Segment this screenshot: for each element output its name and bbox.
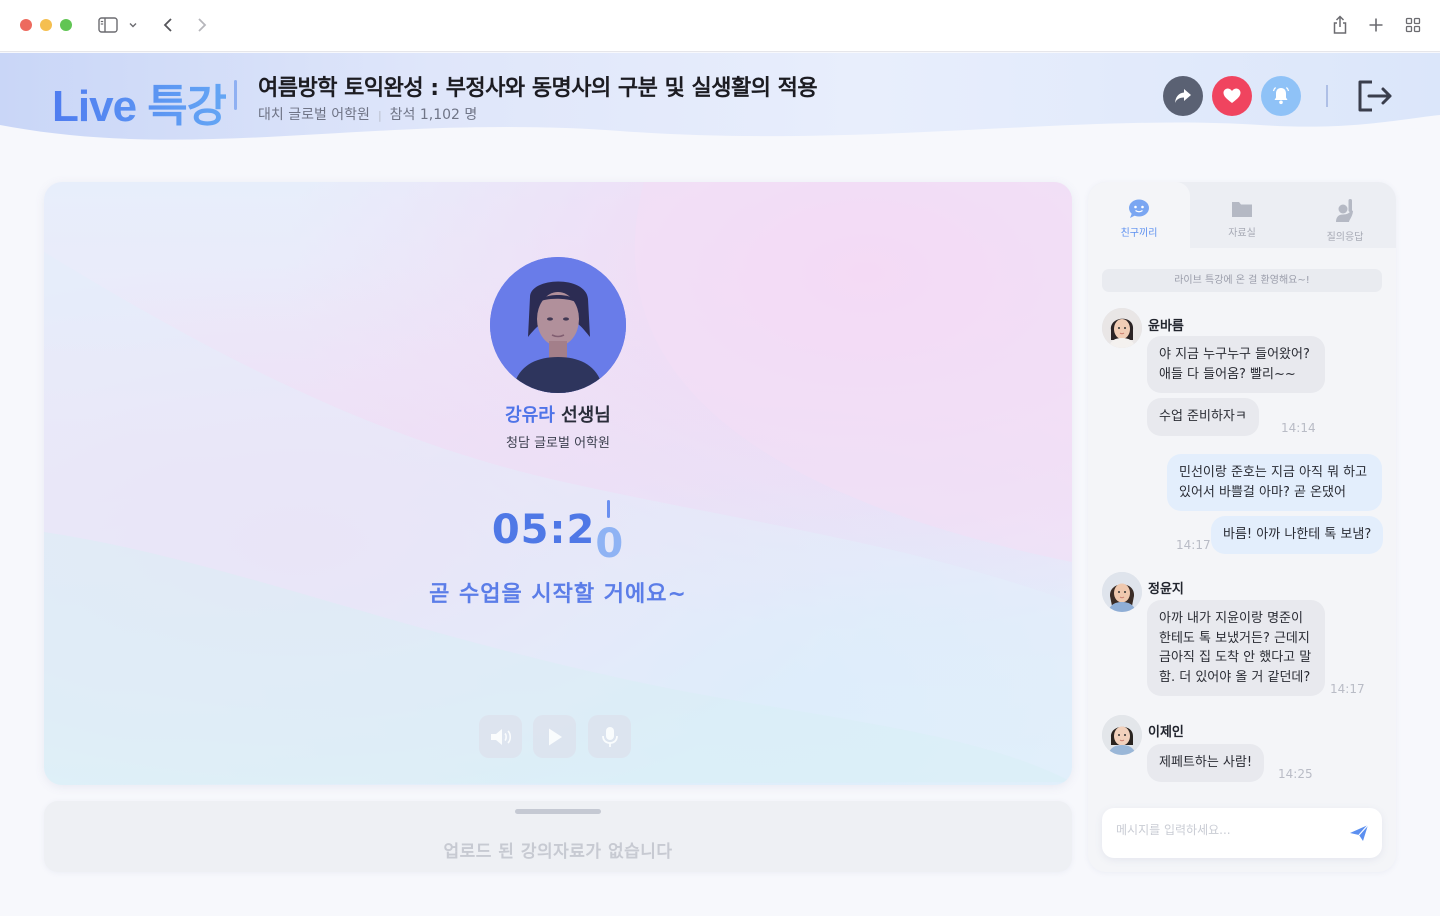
message-time: 14:25 bbox=[1278, 767, 1313, 781]
start-soon-message: 곧 수업을 시작할 거에요~ bbox=[429, 582, 687, 607]
message-time: 14:17 bbox=[1176, 538, 1211, 552]
heart-icon bbox=[1223, 88, 1241, 103]
paper-plane-icon bbox=[1350, 824, 1369, 841]
notification-button[interactable] bbox=[1261, 76, 1301, 116]
chat-message-input[interactable] bbox=[1116, 823, 1336, 837]
play-button[interactable] bbox=[533, 715, 576, 758]
drawer-handle[interactable] bbox=[515, 809, 601, 814]
raise-hand-icon bbox=[1336, 199, 1353, 222]
materials-drawer[interactable]: 업로드 된 강의자료가 없습니다 bbox=[44, 801, 1072, 872]
message-sender: 윤바름 bbox=[1148, 319, 1184, 334]
message-line: 민선이랑 준호는 지금 아직 뭐 하고 bbox=[1179, 465, 1368, 480]
lecture-header: Live 특강 여름방학 토익완성 : 부정사와 동명사의 구분 및 실생활의 … bbox=[0, 53, 1440, 163]
user-avatar-image bbox=[1102, 308, 1142, 348]
bell-icon bbox=[1272, 86, 1290, 105]
minimize-window-button[interactable] bbox=[40, 19, 52, 31]
teacher-avatar bbox=[490, 257, 626, 393]
tab-overview-icon[interactable] bbox=[1403, 14, 1423, 36]
message-line: 야 지금 누구누구 들어왔어? bbox=[1159, 347, 1310, 362]
header-divider bbox=[1326, 85, 1328, 107]
close-window-button[interactable] bbox=[20, 19, 32, 31]
academy-name: 대치 글로벌 어학원 bbox=[258, 107, 370, 123]
my-chat-message: 바름! 아까 나한테 톡 보냄? bbox=[1211, 516, 1384, 554]
teacher-title: 선생님 bbox=[554, 405, 611, 426]
brand-divider bbox=[234, 80, 237, 110]
avatar[interactable] bbox=[1102, 572, 1142, 612]
chat-message: 제페트하는 사람! bbox=[1147, 744, 1265, 782]
attendance-count: 참석 1,102 명 bbox=[389, 107, 478, 123]
speaker-icon bbox=[490, 728, 511, 745]
teacher-name: 강유라 선생님 bbox=[44, 401, 1072, 427]
chat-message: 야 지금 누구누구 들어왔어? 애들 다 들어옴? 빨리~~ bbox=[1147, 336, 1325, 393]
tab-archive[interactable]: 자료실 bbox=[1191, 182, 1293, 248]
message-sender: 정윤지 bbox=[1148, 582, 1184, 597]
forward-icon[interactable] bbox=[192, 14, 212, 36]
timer-main: 05:2 bbox=[491, 507, 596, 553]
share-button[interactable] bbox=[1163, 76, 1203, 116]
course-title: 여름방학 토익완성 : 부정사와 동명사의 구분 및 실생활의 적용 bbox=[258, 76, 818, 101]
chat-composer bbox=[1102, 808, 1382, 858]
user-avatar-image bbox=[1102, 715, 1142, 755]
back-icon[interactable] bbox=[158, 14, 178, 36]
chat-bubble-icon bbox=[1129, 199, 1149, 218]
message-line: 금아직 집 도착 안 했다고 말 bbox=[1159, 650, 1312, 665]
countdown-timer: 05:20 bbox=[44, 507, 1072, 567]
microphone-button[interactable] bbox=[588, 715, 631, 758]
message-line: 애들 다 들어옴? 빨리~~ bbox=[1159, 366, 1296, 382]
avatar[interactable] bbox=[1102, 715, 1142, 755]
exit-icon bbox=[1358, 80, 1392, 112]
chevron-down-icon[interactable] bbox=[127, 14, 139, 36]
meta-separator: | bbox=[377, 109, 382, 122]
chat-message: 아까 내가 지윤이랑 명준이 한테도 톡 보냈거든? 근데지 금아직 집 도착 … bbox=[1147, 600, 1325, 696]
teacher-school: 청담 글로벌 어학원 bbox=[506, 436, 610, 451]
message-time: 14:17 bbox=[1330, 682, 1365, 696]
course-meta: 대치 글로벌 어학원 | 참석 1,102 명 bbox=[258, 104, 477, 124]
share-arrow-icon bbox=[1175, 89, 1191, 103]
message-sender: 이제인 bbox=[1148, 725, 1184, 740]
materials-empty-text: 업로드 된 강의자료가 없습니다 bbox=[443, 842, 673, 862]
tab-qna[interactable]: 질의응답 bbox=[1294, 182, 1396, 248]
volume-button[interactable] bbox=[479, 715, 522, 758]
teacher-portrait bbox=[490, 257, 626, 393]
message-line: 함. 더 있어야 올 거 같던데? bbox=[1159, 669, 1311, 685]
welcome-notice: 라이브 특강에 온 걸 환영해요~! bbox=[1102, 269, 1382, 292]
chat-tabs: 친구끼리 자료실 질의응답 bbox=[1088, 182, 1396, 248]
exit-button[interactable] bbox=[1356, 78, 1396, 114]
play-icon bbox=[548, 728, 562, 745]
tab-archive-label: 자료실 bbox=[1228, 228, 1256, 239]
live-brand-logo: Live 특강 bbox=[52, 70, 227, 134]
my-chat-message: 민선이랑 준호는 지금 아직 뭐 하고 있어서 바쁠걸 아마? 곧 온댔어 bbox=[1167, 454, 1382, 511]
message-line: 있어서 바쁠걸 아마? 곧 온댔어 bbox=[1179, 484, 1346, 500]
tab-qna-label: 질의응답 bbox=[1326, 232, 1364, 243]
zoom-window-button[interactable] bbox=[60, 19, 72, 31]
message-line: 아까 내가 지윤이랑 명준이 bbox=[1159, 611, 1303, 626]
folder-icon bbox=[1232, 202, 1252, 217]
new-tab-icon[interactable] bbox=[1366, 14, 1386, 36]
teacher-name-highlight: 강유라 bbox=[505, 405, 555, 426]
microphone-icon bbox=[601, 726, 618, 747]
browser-toolbar bbox=[0, 0, 1440, 52]
send-button[interactable] bbox=[1348, 822, 1370, 844]
lecture-stage: 강유라 선생님 청담 글로벌 어학원 05:20 곧 수업을 시작할 거에요~ bbox=[44, 182, 1072, 785]
share-sheet-icon[interactable] bbox=[1330, 14, 1350, 36]
message-line: 한테도 톡 보냈거든? 근데지 bbox=[1159, 630, 1310, 646]
chat-panel: 친구끼리 자료실 질의응답 라이브 특강에 온 걸 환영해요~! 윤바름 야 지… bbox=[1088, 182, 1396, 872]
chat-message: 수업 준비하자ㅋ bbox=[1147, 398, 1259, 436]
message-time: 14:14 bbox=[1281, 421, 1316, 435]
tab-friends[interactable]: 친구끼리 bbox=[1088, 182, 1190, 248]
tab-friends-label: 친구끼리 bbox=[1120, 228, 1158, 239]
avatar[interactable] bbox=[1102, 308, 1142, 348]
timer-last-digit: 0 bbox=[595, 521, 625, 567]
like-button[interactable] bbox=[1212, 76, 1252, 116]
sidebar-toggle-icon[interactable] bbox=[97, 14, 119, 36]
user-avatar-image bbox=[1102, 572, 1142, 612]
